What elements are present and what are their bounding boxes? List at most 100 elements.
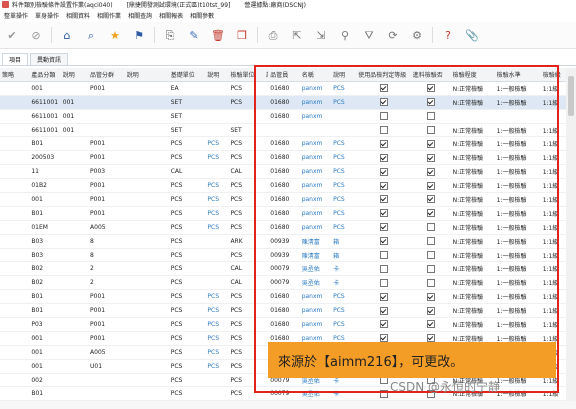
table-cell[interactable]: PCS	[228, 95, 265, 110]
table-cell[interactable]: 00079	[268, 386, 300, 401]
table-cell[interactable]	[88, 95, 125, 110]
table-cell[interactable]: P001	[88, 317, 125, 332]
table-cell[interactable]: PCS	[205, 359, 229, 374]
table-cell[interactable]	[410, 164, 451, 180]
table-cell[interactable]: panxm	[299, 178, 332, 194]
menu-item-whole-doc[interactable]: 整單操作	[4, 11, 28, 20]
table-cell[interactable]	[88, 123, 125, 138]
table-cell[interactable]: 2	[88, 275, 125, 291]
table-cell[interactable]	[0, 289, 30, 305]
table-cell[interactable]: PCS	[331, 303, 357, 319]
table-cell[interactable]: 200503	[29, 150, 61, 166]
table-row[interactable]: 001 P001 PCS PCS PCS 01680 panxm PCS N:正常檢驗 1:一般檢…	[0, 192, 566, 207]
checkbox-checked[interactable]	[426, 209, 435, 218]
table-cell[interactable]	[60, 150, 89, 166]
table-cell[interactable]: N:正常檢驗	[450, 81, 495, 96]
table-cell[interactable]	[356, 150, 411, 166]
table-cell[interactable]: P03	[29, 317, 61, 332]
column-header[interactable]: 說明	[205, 68, 229, 82]
table-cell[interactable]: 1:一般檢驗	[494, 289, 541, 305]
table-cell[interactable]: PCS	[228, 289, 265, 305]
table-cell[interactable]	[88, 373, 125, 388]
table-cell[interactable]: N:正常檢驗	[450, 95, 495, 110]
table-cell[interactable]	[0, 136, 30, 152]
edit-icon[interactable]: ✎	[187, 28, 201, 42]
table-cell[interactable]: PCS	[205, 178, 229, 194]
table-row[interactable]: B01 P001 PCS PCS PCS 01680 panxm PCS N:正常檢驗 1:一般檢…	[0, 136, 566, 152]
table-cell[interactable]: 1:1級	[540, 275, 566, 291]
column-header[interactable]: 策略	[0, 68, 30, 82]
table-row[interactable]: B01 P001 PCS PCS PCS 01680 panxm PCS N:正常檢驗 1:一般檢…	[0, 303, 566, 319]
table-cell[interactable]: 吳丞佑	[299, 261, 332, 277]
table-cell[interactable]: 1:一般檢驗	[494, 275, 541, 291]
table-cell[interactable]	[0, 386, 30, 401]
table-cell[interactable]: 01680	[268, 178, 300, 194]
table-cell[interactable]: 1:一般檢驗	[494, 248, 541, 263]
table-cell[interactable]: 卡	[331, 386, 357, 401]
checkbox-unchecked[interactable]	[426, 223, 435, 232]
checkbox-checked[interactable]	[379, 195, 388, 204]
table-cell[interactable]	[124, 95, 169, 110]
cancel-icon[interactable]: ⊘	[29, 28, 43, 42]
table-cell[interactable]	[331, 123, 357, 138]
table-cell[interactable]: PCS	[228, 373, 265, 388]
table-cell[interactable]: PCS	[168, 220, 206, 235]
column-header[interactable]: 基礎單位	[168, 68, 206, 82]
table-cell[interactable]: 001	[29, 81, 61, 96]
table-cell[interactable]: PCS	[168, 136, 206, 152]
table-cell[interactable]: 01680	[268, 206, 300, 221]
checkbox-checked[interactable]	[379, 167, 388, 176]
menu-item-related-query[interactable]: 相關查詢	[128, 11, 152, 20]
table-cell[interactable]	[494, 109, 541, 124]
table-cell[interactable]: PCS	[331, 317, 357, 332]
table-cell[interactable]: 001	[29, 345, 61, 360]
table-cell[interactable]: PCS	[205, 317, 229, 332]
table-cell[interactable]	[60, 192, 89, 207]
table-cell[interactable]: 001	[60, 123, 89, 138]
table-cell[interactable]	[0, 373, 30, 388]
table-cell[interactable]: U01	[88, 359, 125, 374]
table-cell[interactable]	[124, 220, 169, 235]
table-cell[interactable]: PCS	[168, 275, 206, 291]
table-cell[interactable]: 01B2	[29, 178, 61, 194]
table-cell[interactable]: 卡	[331, 275, 357, 291]
table-cell[interactable]: 01680	[268, 192, 300, 207]
column-header[interactable]: 名稱	[299, 68, 332, 82]
table-cell[interactable]: 1:一般檢驗	[494, 303, 541, 319]
checkbox-unchecked[interactable]	[379, 251, 388, 260]
table-cell[interactable]: P001	[88, 206, 125, 221]
table-cell[interactable]: P001	[88, 289, 125, 305]
table-cell[interactable]: 6611001	[29, 109, 61, 124]
table-cell[interactable]: PCS	[228, 345, 265, 360]
table-cell[interactable]: PCS	[228, 303, 265, 319]
table-cell[interactable]	[0, 109, 30, 124]
table-cell[interactable]	[0, 331, 30, 346]
table-cell[interactable]: 1:1級	[540, 234, 566, 249]
table-cell[interactable]	[540, 109, 566, 124]
checkbox-checked[interactable]	[379, 223, 388, 232]
table-cell[interactable]	[356, 303, 411, 319]
table-cell[interactable]: PCS	[168, 261, 206, 277]
table-cell[interactable]: 1:1級	[540, 192, 566, 207]
table-cell[interactable]: PCS	[228, 317, 265, 332]
table-cell[interactable]: 001	[60, 109, 89, 124]
table-cell[interactable]	[205, 248, 229, 263]
menu-item-related-params[interactable]: 相關參數	[190, 11, 214, 20]
checkbox-unchecked[interactable]	[426, 126, 435, 134]
table-cell[interactable]: 1:1級	[540, 178, 566, 194]
table-cell[interactable]: PCS	[168, 303, 206, 319]
table-cell[interactable]: 01680	[268, 317, 300, 332]
table-cell[interactable]: P001	[88, 303, 125, 319]
menu-item-related-report[interactable]: 相關報表	[159, 11, 183, 20]
table-cell[interactable]	[356, 317, 411, 332]
table-cell[interactable]: panxm	[299, 164, 332, 180]
table-cell[interactable]: 1:1級	[540, 136, 566, 152]
table-cell[interactable]: B01	[29, 386, 61, 401]
table-cell[interactable]: N:正常檢驗	[450, 178, 495, 194]
table-cell[interactable]: SET	[168, 109, 206, 124]
checkbox-checked[interactable]	[426, 153, 435, 162]
table-cell[interactable]: P003	[88, 164, 125, 180]
table-cell[interactable]	[410, 206, 451, 221]
table-cell[interactable]: P001	[88, 178, 125, 194]
table-cell[interactable]: 1:1級	[540, 206, 566, 221]
